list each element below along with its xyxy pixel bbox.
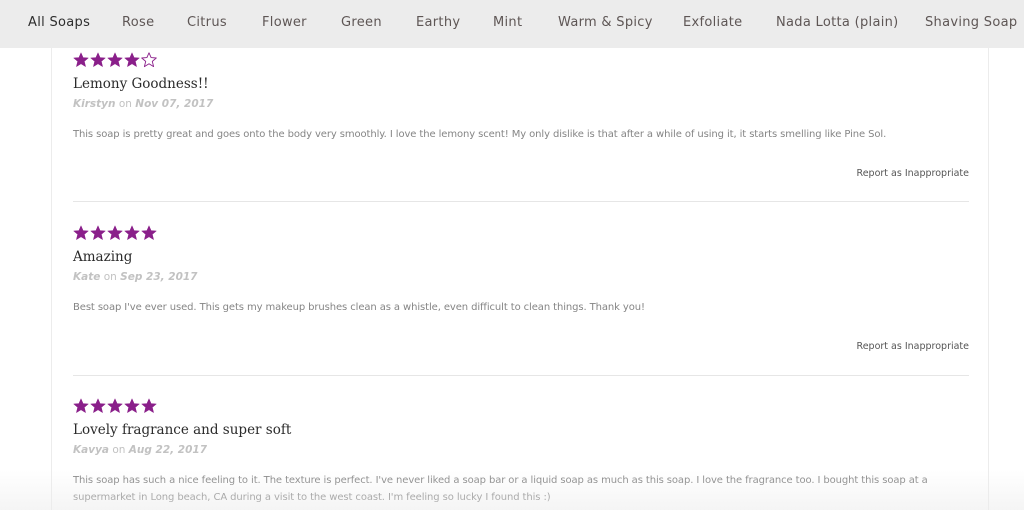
nav-item-all-soaps[interactable]: All Soaps [28, 15, 90, 30]
review-date: Nov 07, 2017 [135, 98, 214, 110]
review-item: Lemony Goodness!! Kirstyn on Nov 07, 201… [73, 52, 969, 179]
star-rating [73, 225, 969, 241]
review-author: Kavya [73, 444, 109, 456]
review-title: Amazing [73, 249, 133, 265]
nav-item-green[interactable]: Green [341, 15, 382, 30]
review-author: Kate [73, 271, 101, 283]
star-filled-icon [124, 398, 140, 414]
star-filled-icon [124, 52, 140, 68]
review-title: Lovely fragrance and super soft [73, 422, 292, 438]
star-filled-icon [107, 398, 123, 414]
review-divider [73, 201, 969, 202]
review-date: Sep 23, 2017 [120, 271, 198, 283]
nav-item-citrus[interactable]: Citrus [187, 15, 227, 30]
star-filled-icon [90, 225, 106, 241]
report-inappropriate-link[interactable]: Report as Inappropriate [857, 341, 969, 352]
review-on-label: on [118, 98, 132, 110]
review-body: This soap is pretty great and goes onto … [73, 129, 887, 140]
review-item: Lovely fragrance and super soft Kavya on… [73, 398, 969, 506]
review-date: Aug 22, 2017 [128, 444, 208, 456]
star-filled-icon [73, 398, 89, 414]
star-rating [73, 398, 969, 414]
star-filled-icon [90, 398, 106, 414]
review-author: Kirstyn [73, 98, 116, 110]
nav-item-warm-spicy[interactable]: Warm & Spicy [558, 15, 653, 30]
category-nav: All Soaps Rose Citrus Flower Green Earth… [0, 0, 1024, 48]
star-filled-icon [141, 225, 157, 241]
star-empty-icon [141, 52, 157, 68]
star-filled-icon [73, 52, 89, 68]
star-filled-icon [141, 398, 157, 414]
report-inappropriate-link[interactable]: Report as Inappropriate [857, 168, 969, 179]
review-meta: Kavya on Aug 22, 2017 [73, 443, 969, 457]
nav-item-earthy[interactable]: Earthy [416, 15, 460, 30]
nav-item-rose[interactable]: Rose [122, 15, 154, 30]
review-item: Amazing Kate on Sep 23, 2017 Best soap I… [73, 225, 969, 352]
nav-item-shaving-soap[interactable]: Shaving Soap [925, 15, 1017, 30]
review-divider [73, 375, 969, 376]
nav-item-exfoliate[interactable]: Exfoliate [683, 15, 742, 30]
review-meta: Kirstyn on Nov 07, 2017 [73, 97, 969, 111]
star-filled-icon [107, 225, 123, 241]
review-on-label: on [112, 444, 126, 456]
star-filled-icon [107, 52, 123, 68]
review-meta: Kate on Sep 23, 2017 [73, 270, 969, 284]
star-rating [73, 52, 969, 68]
reviews-list: Lemony Goodness!! Kirstyn on Nov 07, 201… [51, 0, 989, 510]
review-on-label: on [103, 271, 117, 283]
review-body: Best soap I've ever used. This gets my m… [73, 302, 645, 313]
review-title: Lemony Goodness!! [73, 76, 209, 92]
star-filled-icon [73, 225, 89, 241]
star-filled-icon [124, 225, 140, 241]
review-body: This soap has such a nice feeling to it.… [73, 475, 928, 503]
nav-item-flower[interactable]: Flower [262, 15, 307, 30]
nav-item-nada-lotta[interactable]: Nada Lotta (plain) [776, 15, 899, 30]
star-filled-icon [90, 52, 106, 68]
nav-item-mint[interactable]: Mint [493, 15, 522, 30]
